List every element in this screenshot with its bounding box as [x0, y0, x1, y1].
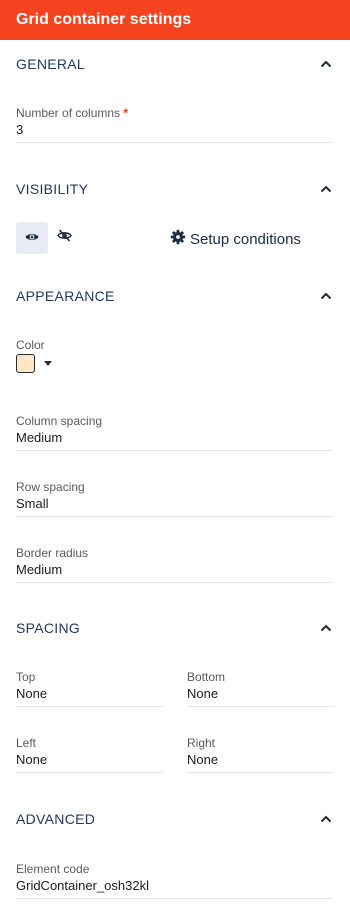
gear-icon	[170, 229, 186, 249]
caret-down-icon[interactable]	[44, 361, 52, 366]
spacing-bottom-field[interactable]: Bottom None	[187, 669, 334, 707]
spacing-top-label: Top	[16, 670, 36, 684]
columns-label: Number of columns	[16, 106, 121, 120]
column-spacing-value[interactable]: Medium	[16, 429, 333, 450]
column-spacing-label: Column spacing	[16, 414, 103, 428]
row-spacing-underline	[16, 516, 333, 517]
eye-off-icon	[56, 229, 72, 247]
spacing-bottom-value[interactable]: None	[187, 685, 334, 706]
section-general-header[interactable]: GENERAL	[0, 40, 350, 88]
columns-value[interactable]: 3	[16, 121, 333, 142]
section-advanced-header[interactable]: ADVANCED	[0, 795, 350, 843]
visible-toggle-button[interactable]	[16, 222, 48, 254]
chevron-up-icon[interactable]	[320, 622, 332, 634]
color-field: Color	[16, 337, 216, 353]
row-spacing-field[interactable]: Row spacing Small	[16, 479, 333, 517]
columns-field[interactable]: Number of columns * 3	[16, 105, 333, 143]
chevron-up-icon[interactable]	[320, 290, 332, 302]
spacing-bottom-label: Bottom	[187, 670, 226, 684]
color-label: Color	[16, 338, 45, 352]
spacing-top-field[interactable]: Top None	[16, 669, 163, 707]
section-spacing-title: SPACING	[16, 620, 81, 636]
spacing-right-field[interactable]: Right None	[187, 735, 334, 773]
section-visibility-header[interactable]: VISIBILITY	[0, 165, 350, 213]
section-advanced-title: ADVANCED	[16, 811, 96, 827]
panel-header: Grid container settings	[0, 0, 350, 40]
setup-conditions-button[interactable]: Setup conditions	[170, 229, 301, 249]
row-spacing-label: Row spacing	[16, 480, 85, 494]
spacing-right-underline	[187, 772, 334, 773]
chevron-up-icon[interactable]	[320, 58, 332, 70]
spacing-bottom-underline	[187, 706, 334, 707]
row-spacing-value[interactable]: Small	[16, 495, 333, 516]
columns-underline	[16, 142, 333, 143]
spacing-right-value[interactable]: None	[187, 751, 334, 772]
spacing-left-value[interactable]: None	[16, 751, 163, 772]
section-spacing-header[interactable]: SPACING	[0, 604, 350, 652]
panel-title: Grid container settings	[16, 11, 192, 28]
required-mark: *	[123, 106, 129, 120]
element-code-underline	[16, 898, 333, 899]
column-spacing-field[interactable]: Column spacing Medium	[16, 413, 333, 451]
spacing-left-label: Left	[16, 736, 37, 750]
spacing-top-underline	[16, 706, 163, 707]
border-radius-field[interactable]: Border radius Medium	[16, 545, 333, 583]
column-spacing-underline	[16, 450, 333, 451]
spacing-top-value[interactable]: None	[16, 685, 163, 706]
border-radius-label: Border radius	[16, 546, 89, 560]
border-radius-value[interactable]: Medium	[16, 561, 333, 582]
border-radius-underline	[16, 582, 333, 583]
section-general-title: GENERAL	[16, 56, 86, 72]
hidden-toggle-button[interactable]	[48, 222, 80, 254]
spacing-left-field[interactable]: Left None	[16, 735, 163, 773]
spacing-right-label: Right	[187, 736, 216, 750]
section-appearance-title: APPEARANCE	[16, 288, 115, 304]
element-code-value[interactable]: GridContainer_osh32kl	[16, 877, 333, 898]
color-swatch[interactable]	[16, 354, 35, 373]
eye-icon	[25, 229, 39, 247]
element-code-label: Element code	[16, 862, 90, 876]
section-visibility-title: VISIBILITY	[16, 181, 89, 197]
spacing-left-underline	[16, 772, 163, 773]
chevron-up-icon[interactable]	[320, 183, 332, 195]
section-appearance-header[interactable]: APPEARANCE	[0, 272, 350, 320]
setup-conditions-label: Setup conditions	[190, 230, 301, 248]
element-code-field[interactable]: Element code GridContainer_osh32kl	[16, 861, 333, 899]
chevron-up-icon[interactable]	[320, 813, 332, 825]
